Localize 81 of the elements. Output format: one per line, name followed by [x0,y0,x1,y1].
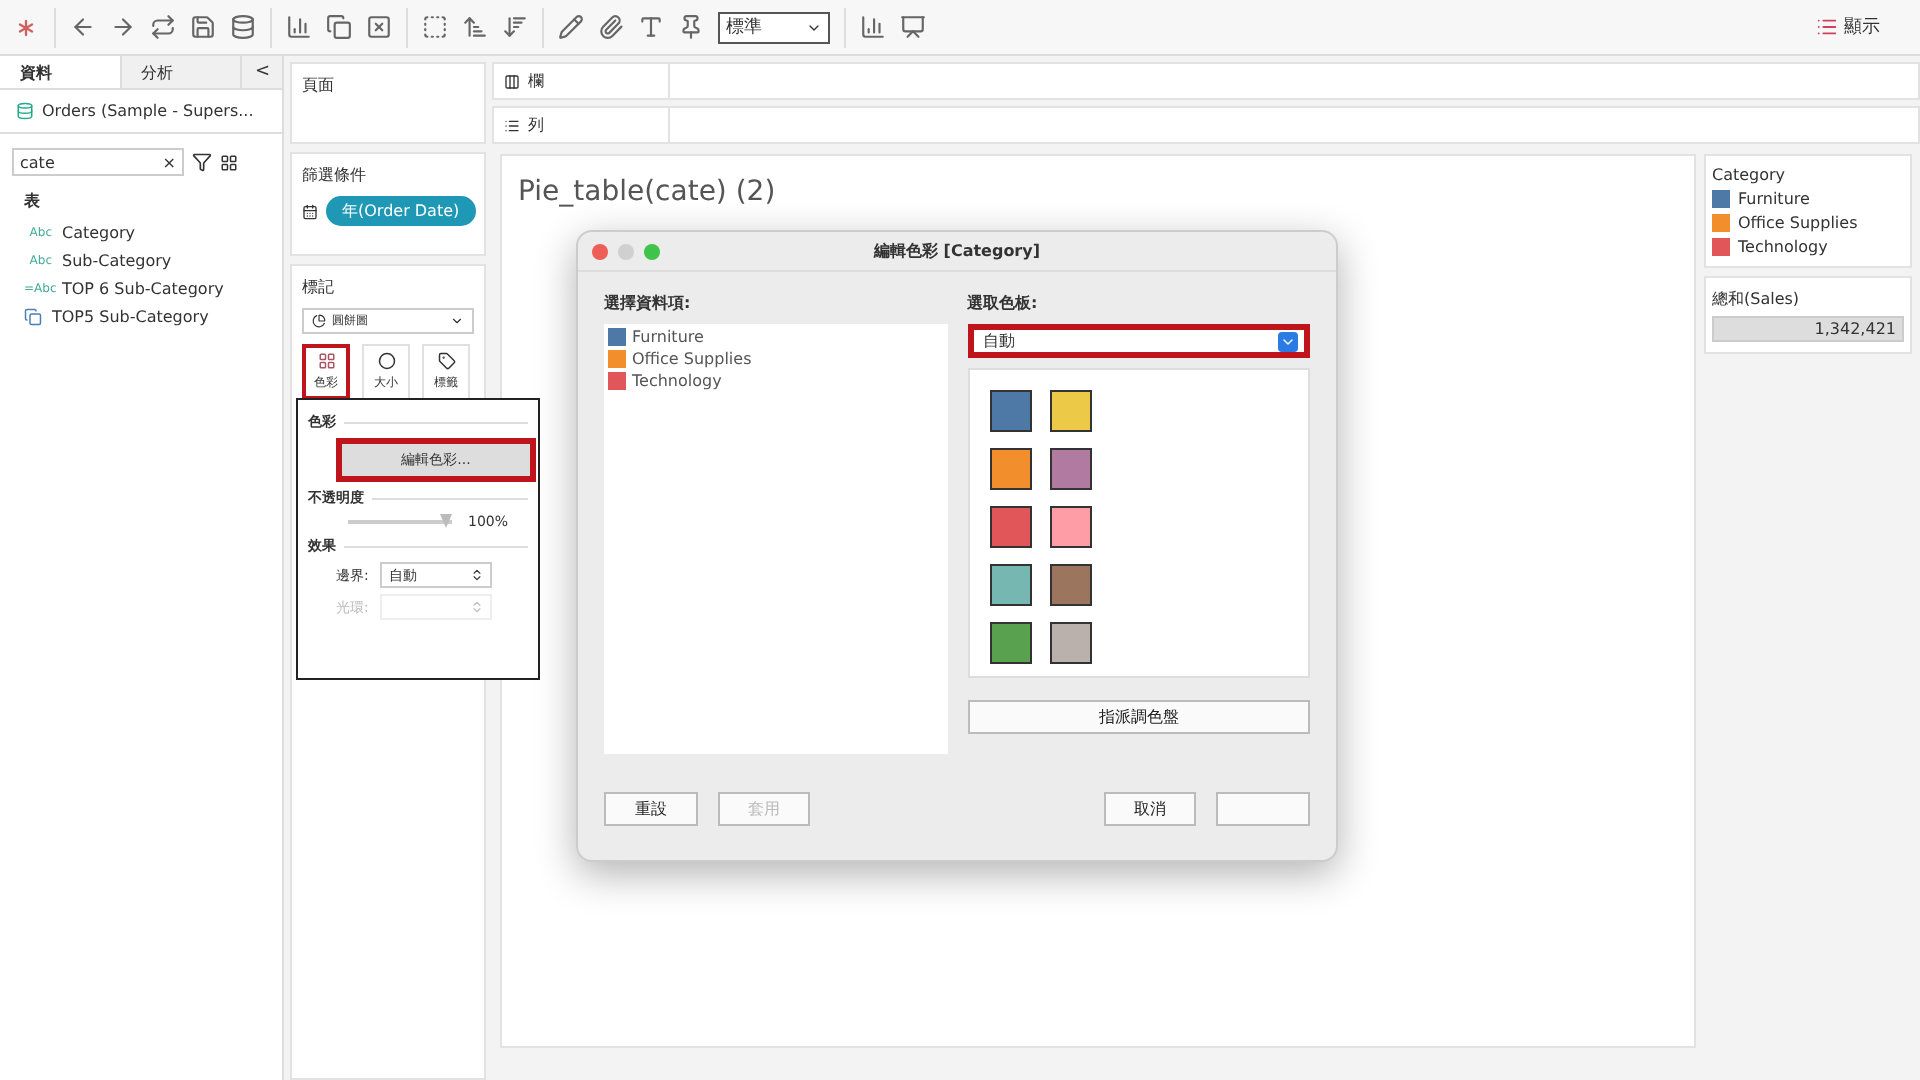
search-field[interactable]: cate × [12,148,184,176]
data-item[interactable]: Office Supplies [632,350,752,368]
palette-swatch[interactable] [989,564,1031,606]
palette-swatch[interactable] [1049,448,1091,490]
palette-swatch[interactable] [1049,390,1091,432]
legend-title: Category [1712,166,1788,184]
card-title: 頁面 [302,74,336,96]
section-title: 表 [22,190,42,214]
palette-select[interactable]: 自動 [967,324,1310,358]
reset-button[interactable]: 重設 [604,791,698,825]
size-icon [377,352,395,370]
stepper-icon [470,600,485,614]
show-me-icon [1816,16,1838,38]
palette-swatch[interactable] [989,390,1031,432]
field-name[interactable]: TOP5 Sub-Category [52,307,209,325]
columns-shelf[interactable]: 欄 [492,62,1920,100]
close-button[interactable] [592,243,608,259]
database-icon[interactable] [230,14,256,40]
palette-swatch[interactable] [989,506,1031,548]
palette-swatch[interactable] [1049,622,1091,664]
pencil-icon[interactable] [558,14,584,40]
set-icon [24,307,42,325]
date-icon [302,203,318,219]
swap-icon[interactable] [150,14,176,40]
stepper-icon [470,568,485,582]
bar-chart-icon[interactable] [286,14,312,40]
field-name[interactable]: TOP 6 Sub-Category [62,279,224,297]
items-label: 選擇資料項: [604,292,693,314]
label-icon [437,352,455,370]
pie-chart-icon [312,314,326,328]
save-icon[interactable] [190,14,216,40]
show-me-button[interactable]: 顯示 [1816,14,1880,40]
group-icon[interactable] [422,14,448,40]
palette-swatch[interactable] [989,622,1031,664]
dialog-title: 編輯色彩 [Category] [871,240,1042,262]
legend-label[interactable]: Technology [1738,238,1828,256]
cancel-button[interactable]: 取消 [1104,791,1196,825]
sort-ascending-icon[interactable] [462,14,488,40]
sort-descending-icon[interactable] [502,14,528,40]
palette-swatch[interactable] [1049,564,1091,606]
legend-title: 總和(Sales) [1712,288,1802,310]
clear-sheet-icon[interactable] [366,14,392,40]
rows-icon [504,117,520,133]
fit-select[interactable]: 標準 [718,11,830,43]
paperclip-icon[interactable] [598,14,624,40]
forward-icon[interactable] [110,14,136,40]
legend-label[interactable]: Furniture [1738,190,1810,208]
legend-label[interactable]: Office Supplies [1738,214,1858,232]
text-icon[interactable] [638,14,664,40]
caret-icon [450,314,464,328]
slider-thumb[interactable] [440,514,452,528]
sheet-title: Pie_table(cate) (2) [518,176,778,208]
color-dots-icon [317,352,335,370]
rows-shelf[interactable]: 列 [492,106,1920,144]
pin-icon[interactable] [678,14,704,40]
clear-button[interactable]: × [162,153,176,171]
datasource-name[interactable]: Orders (Sample - Supers... [42,102,254,120]
shelf-label: 欄 [528,70,544,92]
duplicate-icon[interactable] [326,14,352,40]
field-name[interactable]: Category [62,223,136,241]
palette-swatch[interactable] [989,448,1031,490]
filter-icon[interactable] [192,152,212,172]
palette-swatch[interactable] [1049,506,1091,548]
chart-options-icon[interactable] [860,14,886,40]
back-icon[interactable] [70,14,96,40]
dropdown-caret-icon [1278,331,1298,351]
field-name[interactable]: Sub-Category [62,251,172,269]
size-bar: 1,342,421 [1712,316,1904,342]
card-title: 篩選條件 [302,164,368,186]
data-item[interactable]: Technology [632,372,722,390]
columns-icon [504,73,520,89]
collapse-button[interactable]: < [242,56,283,88]
datasource-icon [16,102,34,120]
view-grid-icon[interactable] [220,153,238,171]
palette-label: 選取色板: [967,292,1040,314]
presentation-icon[interactable] [900,14,926,40]
data-item[interactable]: Furniture [632,328,704,346]
pane-tab[interactable]: 分析 [121,56,243,88]
card-title: 標記 [302,276,336,298]
shelf-label: 列 [528,114,544,136]
assign-palette-button[interactable]: 指派調色盤 [967,700,1310,734]
